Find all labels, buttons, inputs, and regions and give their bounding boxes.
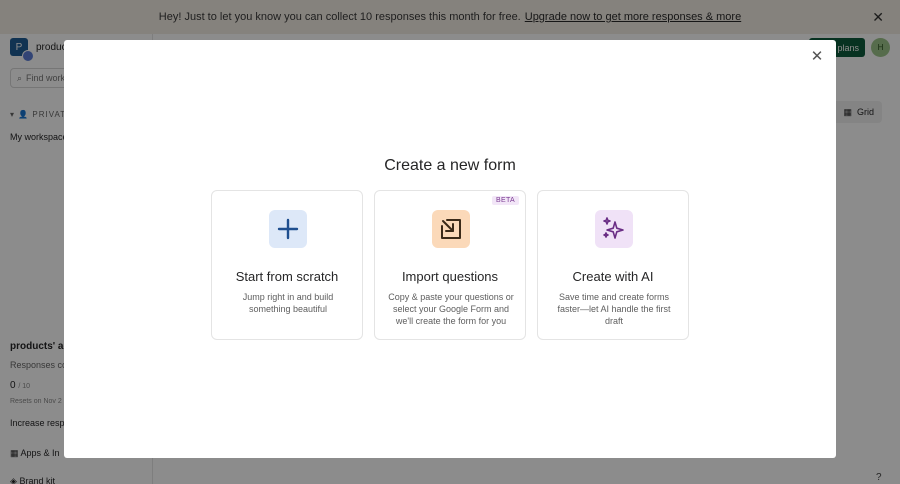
start-from-scratch-card[interactable]: Start from scratch Jump right in and bui… xyxy=(211,190,363,340)
import-arrow-icon xyxy=(432,210,470,248)
card-title: Import questions xyxy=(401,269,499,284)
card-description: Save time and create forms faster—let AI… xyxy=(557,292,671,326)
create-form-modal: ✕ Create a new form Start from scratch J… xyxy=(64,40,836,458)
card-description: Jump right in and build something beauti… xyxy=(242,292,334,314)
plus-icon xyxy=(269,210,307,248)
card-title: Create with AI xyxy=(572,269,654,284)
card-title: Start from scratch xyxy=(235,269,339,284)
create-with-ai-card[interactable]: Create with AI Save time and create form… xyxy=(537,190,689,340)
beta-badge: BETA xyxy=(492,196,519,205)
modal-title: Create a new form xyxy=(384,157,516,174)
sparkles-icon xyxy=(595,210,633,248)
import-questions-card[interactable]: BETA Import questions Copy & paste your … xyxy=(374,190,526,340)
card-description: Copy & paste your questions or select yo… xyxy=(388,292,514,326)
close-icon[interactable]: ✕ xyxy=(808,48,826,66)
